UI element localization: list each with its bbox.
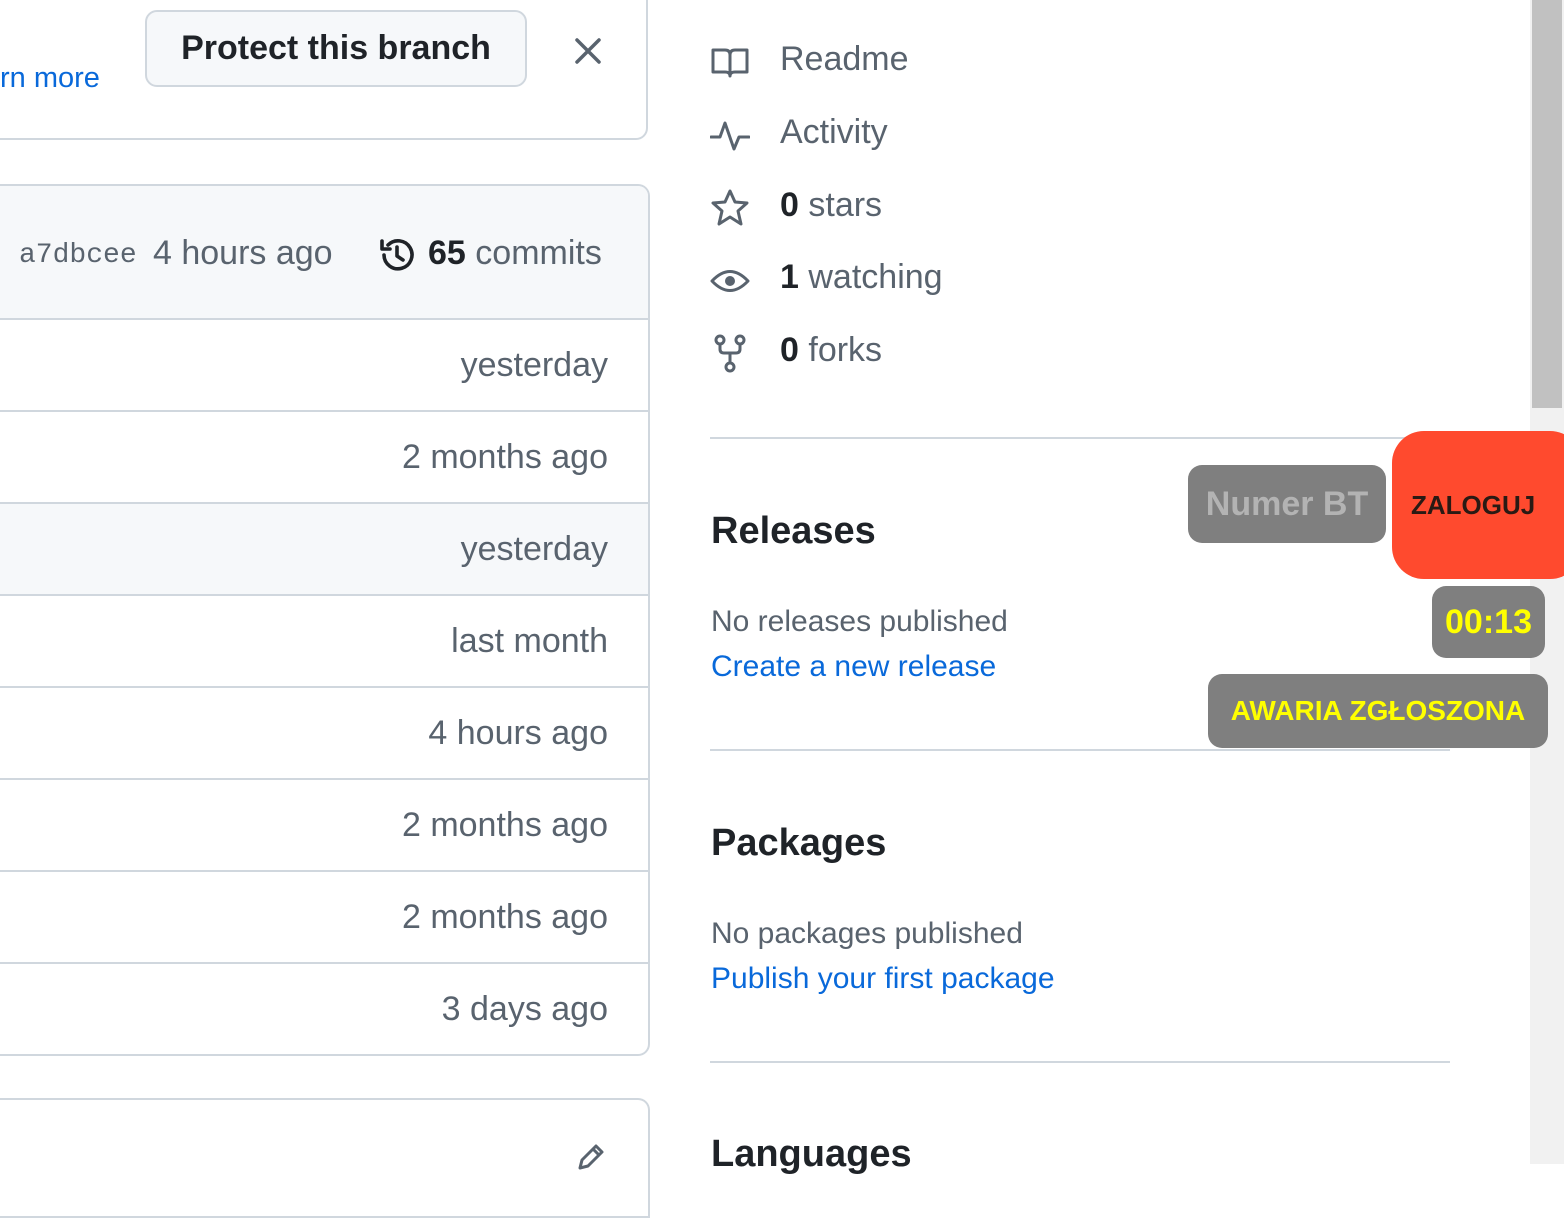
awaria-status-button[interactable]: AWARIA ZGŁOSZONA [1208, 674, 1548, 748]
commit-sha[interactable]: a7dbcee [19, 240, 137, 271]
repo-forked-icon [714, 334, 746, 373]
no-releases-text: No releases published [711, 605, 1008, 638]
watching-label: watching [808, 258, 943, 296]
book-icon [711, 48, 749, 78]
file-row-time: yesterday [460, 346, 608, 384]
commits-label: commits [475, 234, 602, 272]
file-row-time: 2 months ago [401, 806, 608, 844]
commit-time: 4 hours ago [153, 234, 333, 272]
protect-branch-button[interactable]: Protect this branch [145, 10, 527, 87]
pencil-icon[interactable] [574, 1140, 608, 1174]
x-icon[interactable] [570, 30, 606, 70]
commits-link[interactable]: 65 commits [428, 234, 602, 273]
readme-box [0, 1098, 650, 1218]
file-row[interactable]: 2 months ago [0, 872, 648, 964]
packages-heading[interactable]: Packages [711, 822, 886, 865]
releases-heading[interactable]: Releases [711, 510, 876, 553]
no-packages-text: No packages published [711, 917, 1023, 950]
numer-bt-button[interactable]: Numer BT [1188, 465, 1386, 543]
divider [710, 749, 1450, 751]
file-row[interactable]: 3 days ago [0, 964, 648, 1054]
readme-label: Readme [780, 40, 909, 78]
forks-count: 0 [780, 331, 799, 369]
publish-package-link[interactable]: Publish your first package [711, 962, 1055, 996]
file-row-time: last month [451, 622, 608, 660]
languages-heading: Languages [711, 1133, 912, 1175]
create-release-link[interactable]: Create a new release [711, 650, 996, 684]
file-row[interactable]: yesterday [0, 504, 648, 596]
file-row-time: 2 months ago [401, 438, 608, 476]
zaloguj-button[interactable]: ZALOGUJ [1392, 431, 1564, 579]
timer-display: 00:13 [1432, 586, 1545, 658]
divider [710, 1061, 1450, 1063]
pulse-icon [710, 121, 750, 151]
file-row-time: 3 days ago [441, 990, 608, 1028]
latest-commit-bar: a7dbcee 4 hours ago 65 commits [0, 186, 648, 320]
forks-label: forks [808, 331, 883, 369]
file-row[interactable]: last month [0, 596, 648, 688]
divider [710, 437, 1450, 439]
file-list: a7dbcee 4 hours ago 65 commits yesterday… [0, 184, 650, 1056]
commits-count: 65 [428, 234, 466, 272]
activity-label: Activity [780, 113, 888, 151]
file-row[interactable]: 2 months ago [0, 412, 648, 504]
stars-count: 0 [780, 186, 799, 224]
scrollbar-thumb[interactable] [1532, 0, 1562, 408]
file-row-time: yesterday [460, 530, 608, 568]
file-row[interactable]: 4 hours ago [0, 688, 648, 780]
file-row[interactable]: 2 months ago [0, 780, 648, 872]
eye-icon [710, 270, 750, 292]
star-icon [711, 189, 749, 226]
history-icon[interactable] [376, 234, 418, 276]
file-row-time: 4 hours ago [428, 714, 608, 752]
stars-label: stars [808, 186, 883, 224]
file-row[interactable]: yesterday [0, 320, 648, 412]
file-row-time: 2 months ago [401, 898, 608, 936]
watching-count: 1 [780, 258, 799, 296]
learn-more-link[interactable]: rn more [0, 62, 100, 95]
